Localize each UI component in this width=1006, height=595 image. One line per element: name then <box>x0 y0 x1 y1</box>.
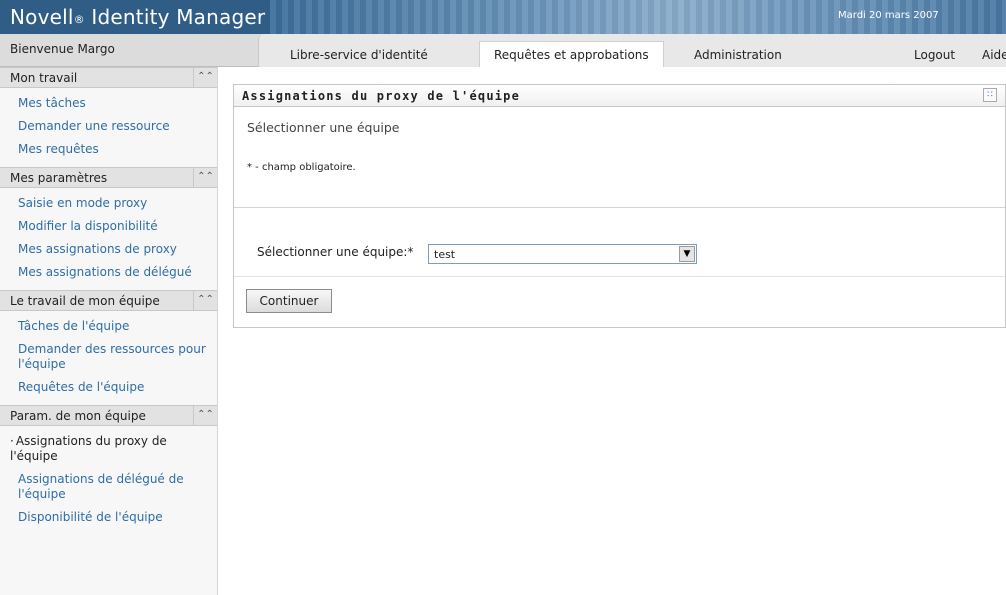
divider <box>234 207 1005 208</box>
required-field-note: * - champ obligatoire. <box>247 162 356 173</box>
sidebar-item-saisie-proxy[interactable]: Saisie en mode proxy <box>0 192 217 215</box>
sidebar-item-mes-requetes[interactable]: Mes requêtes <box>0 138 217 161</box>
brand-logo: Novell® Identity Manager <box>10 5 265 29</box>
sidebar: Mon travail ⌃⌃ Mes tâches Demander une r… <box>0 67 218 595</box>
continue-button[interactable]: Continuer <box>246 289 332 313</box>
dropdown-arrow-icon[interactable]: ▼ <box>679 246 695 262</box>
double-chevron-up-icon[interactable]: ⌃⌃ <box>193 68 217 87</box>
sidebar-section-mes-parametres: Mes paramètres ⌃⌃ Saisie en mode proxy M… <box>0 167 217 290</box>
top-navigation: Bienvenue Margo Libre-service d'identité… <box>0 34 1006 67</box>
sidebar-item-demander-ressource[interactable]: Demander une ressource <box>0 115 217 138</box>
current-item-bullet: · <box>10 434 14 448</box>
tab-administration[interactable]: Administration <box>694 48 782 62</box>
tab-requetes-approbations[interactable]: Requêtes et approbations <box>479 41 664 67</box>
divider <box>234 276 1005 277</box>
brand-registered-mark: ® <box>73 13 85 26</box>
sidebar-item-assignations-delegue-equipe[interactable]: Assignations de délégué de l'équipe <box>0 468 217 506</box>
logout-link[interactable]: Logout <box>914 48 955 62</box>
help-link[interactable]: Aide <box>982 48 1006 62</box>
sidebar-section-header[interactable]: Mon travail ⌃⌃ <box>0 67 217 88</box>
sidebar-item-requetes-equipe[interactable]: Requêtes de l'équipe <box>0 376 217 399</box>
double-chevron-up-icon[interactable]: ⌃⌃ <box>193 168 217 187</box>
sidebar-item-taches-equipe[interactable]: Tâches de l'équipe <box>0 315 217 338</box>
header-date: Mardi 20 mars 2007 <box>838 10 939 21</box>
team-select[interactable]: test ▼ <box>428 244 697 264</box>
team-select-label: Sélectionner une équipe:* <box>257 245 414 259</box>
sidebar-section-travail-equipe: Le travail de mon équipe ⌃⌃ Tâches de l'… <box>0 290 217 405</box>
team-select-value: test <box>434 248 456 261</box>
brand-name: Novell <box>10 5 74 29</box>
panel-title: Assignations du proxy de l'équipe <box>242 89 521 103</box>
sidebar-section-mon-travail: Mon travail ⌃⌃ Mes tâches Demander une r… <box>0 67 217 167</box>
brand-product: Identity Manager <box>84 5 266 29</box>
sidebar-section-header[interactable]: Le travail de mon équipe ⌃⌃ <box>0 290 217 311</box>
sidebar-item-mes-taches[interactable]: Mes tâches <box>0 92 217 115</box>
sidebar-section-header[interactable]: Mes paramètres ⌃⌃ <box>0 167 217 188</box>
grid-menu-icon[interactable]: ∷ <box>983 88 997 102</box>
proxy-assignment-panel: Assignations du proxy de l'équipe ∷ Séle… <box>233 84 1006 328</box>
double-chevron-up-icon[interactable]: ⌃⌃ <box>193 406 217 425</box>
sidebar-item-modifier-disponibilite[interactable]: Modifier la disponibilité <box>0 215 217 238</box>
panel-header: Assignations du proxy de l'équipe ∷ <box>234 85 1005 107</box>
section-title: Le travail de mon équipe <box>10 294 160 308</box>
welcome-text: Bienvenue Margo <box>10 42 115 56</box>
sidebar-item-assignations-proxy[interactable]: Mes assignations de proxy <box>0 238 217 261</box>
sidebar-section-param-equipe: Param. de mon équipe ⌃⌃ · Assignations du… <box>0 405 217 535</box>
sidebar-item-assignations-proxy-equipe[interactable]: · Assignations du proxy de l'équipe <box>0 430 217 468</box>
sidebar-section-header[interactable]: Param. de mon équipe ⌃⌃ <box>0 405 217 426</box>
double-chevron-up-icon[interactable]: ⌃⌃ <box>193 291 217 310</box>
sidebar-item-label: Assignations du proxy de l'équipe <box>10 434 167 463</box>
section-title: Param. de mon équipe <box>10 409 146 423</box>
panel-subtitle: Sélectionner une équipe <box>247 120 400 135</box>
sidebar-item-disponibilite-equipe[interactable]: Disponibilité de l'équipe <box>0 506 217 529</box>
section-title: Mon travail <box>10 71 78 85</box>
section-title: Mes paramètres <box>10 171 108 185</box>
app-header: Novell® Identity Manager Mardi 20 mars 2… <box>0 0 1006 34</box>
sidebar-item-demander-ressources-equipe[interactable]: Demander des ressources pour l'équipe <box>0 338 217 376</box>
sidebar-item-assignations-delegue[interactable]: Mes assignations de délégué <box>0 261 217 284</box>
tab-libre-service[interactable]: Libre-service d'identité <box>290 48 428 62</box>
